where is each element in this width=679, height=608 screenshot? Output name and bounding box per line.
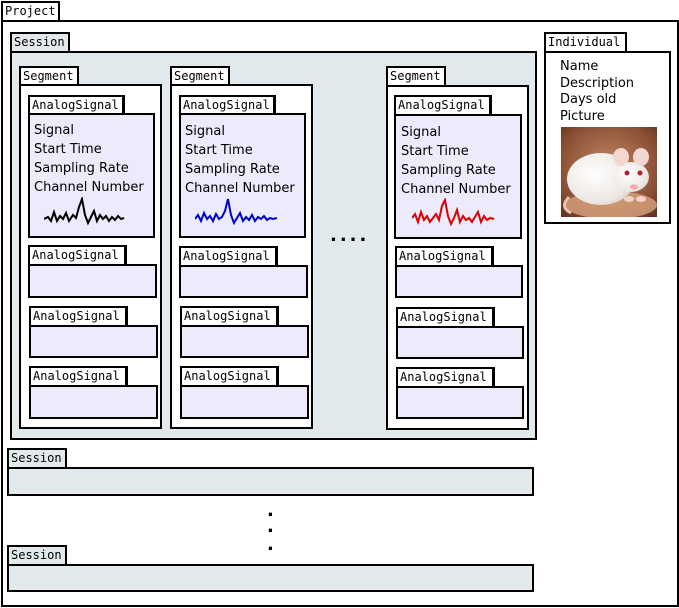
seg1-signal-field-sampling-rate: Sampling Rate [34, 161, 129, 176]
seg1-signal-field-signal: Signal [34, 123, 74, 138]
seg2-signal-field-start-time: Start Time [185, 143, 253, 158]
session-2-box [7, 467, 534, 496]
more-segments-ellipsis: .... [330, 225, 370, 246]
seg3-signal-field-signal: Signal [401, 125, 441, 140]
seg1-signal-field-channel-number: Channel Number [34, 180, 144, 195]
seg1-signal-1-tab: AnalogSignal [28, 95, 125, 114]
seg3-signal-4-tab: AnalogSignal [396, 367, 495, 387]
session-3-tab: Session [7, 545, 67, 565]
segment-3-tab: Segment [386, 66, 446, 86]
seg2-signal-2-tab: AnalogSignal [179, 246, 278, 266]
individual-box: Name Description Days old Picture [544, 51, 671, 224]
seg3-signal-field-sampling-rate: Sampling Rate [401, 163, 496, 178]
seg1-signal-2-box [28, 264, 157, 298]
project-tab: Project [1, 1, 60, 21]
individual-field-picture: Picture [560, 108, 605, 124]
segment-1-tab: Segment [19, 66, 79, 85]
session-3-box [7, 564, 534, 592]
seg2-signal-field-channel-number: Channel Number [185, 181, 295, 196]
seg2-signal-2-box [179, 265, 308, 298]
seg3-signal-3-box [396, 326, 524, 359]
seg1-signal-2-tab: AnalogSignal [28, 245, 127, 265]
seg2-signal-4-box [180, 385, 309, 419]
session-1-label: Session [14, 35, 65, 49]
seg2-signal-4-tab: AnalogSignal [180, 366, 279, 386]
seg2-trace-line [195, 198, 278, 226]
seg1-signal-3-box [29, 325, 158, 358]
seg2-signal-trace [195, 198, 278, 226]
seg2-signal-1-box: Signal Start Time Sampling Rate Channel … [179, 113, 306, 238]
seg3-signal-3-tab: AnalogSignal [396, 307, 495, 327]
segment-2-tab: Segment [170, 66, 230, 85]
seg3-signal-2-box [395, 265, 523, 298]
seg1-signal-4-tab: AnalogSignal [29, 366, 128, 386]
session-2-tab: Session [7, 448, 67, 468]
seg1-signal-1-box: Signal Start Time Sampling Rate Channel … [28, 113, 155, 238]
mouse-photo [561, 127, 657, 217]
seg3-signal-4-box [396, 386, 524, 419]
seg2-signal-3-box [180, 325, 309, 358]
seg1-signal-trace [44, 197, 125, 226]
seg3-signal-2-tab: AnalogSignal [395, 246, 494, 266]
individual-field-days-old: Days old [560, 92, 617, 107]
more-sessions-dot-3: . [267, 534, 274, 555]
individual-tab: Individual [544, 32, 627, 52]
session-2-label: Session [11, 451, 62, 465]
individual-field-name: Name [560, 59, 599, 74]
seg2-signal-1-tab: AnalogSignal [179, 95, 276, 114]
seg2-signal-field-sampling-rate: Sampling Rate [185, 162, 280, 177]
session-3-label: Session [11, 548, 62, 562]
seg3-signal-1-box: Signal Start Time Sampling Rate Channel … [394, 114, 522, 239]
seg3-trace-line [412, 198, 495, 227]
session-1-tab: Session [10, 32, 70, 52]
seg3-signal-field-start-time: Start Time [401, 144, 469, 159]
seg3-signal-1-tab: AnalogSignal [394, 95, 492, 115]
seg1-signal-field-start-time: Start Time [34, 142, 102, 157]
seg1-trace-line [44, 197, 125, 226]
seg3-signal-field-channel-number: Channel Number [401, 182, 511, 197]
segment-1-label: Segment [23, 69, 74, 83]
seg3-signal-trace [412, 198, 495, 227]
individual-field-description: Description [560, 75, 635, 91]
seg1-signal-3-tab: AnalogSignal [29, 306, 128, 326]
individual-label: Individual [548, 35, 621, 49]
seg2-signal-field-signal: Signal [185, 124, 225, 139]
project-label: Project [5, 4, 56, 18]
seg2-signal-3-tab: AnalogSignal [180, 306, 279, 326]
segment-2-label: Segment [174, 69, 225, 83]
seg1-signal-4-box [29, 385, 158, 419]
segment-3-label: Segment [390, 69, 441, 83]
